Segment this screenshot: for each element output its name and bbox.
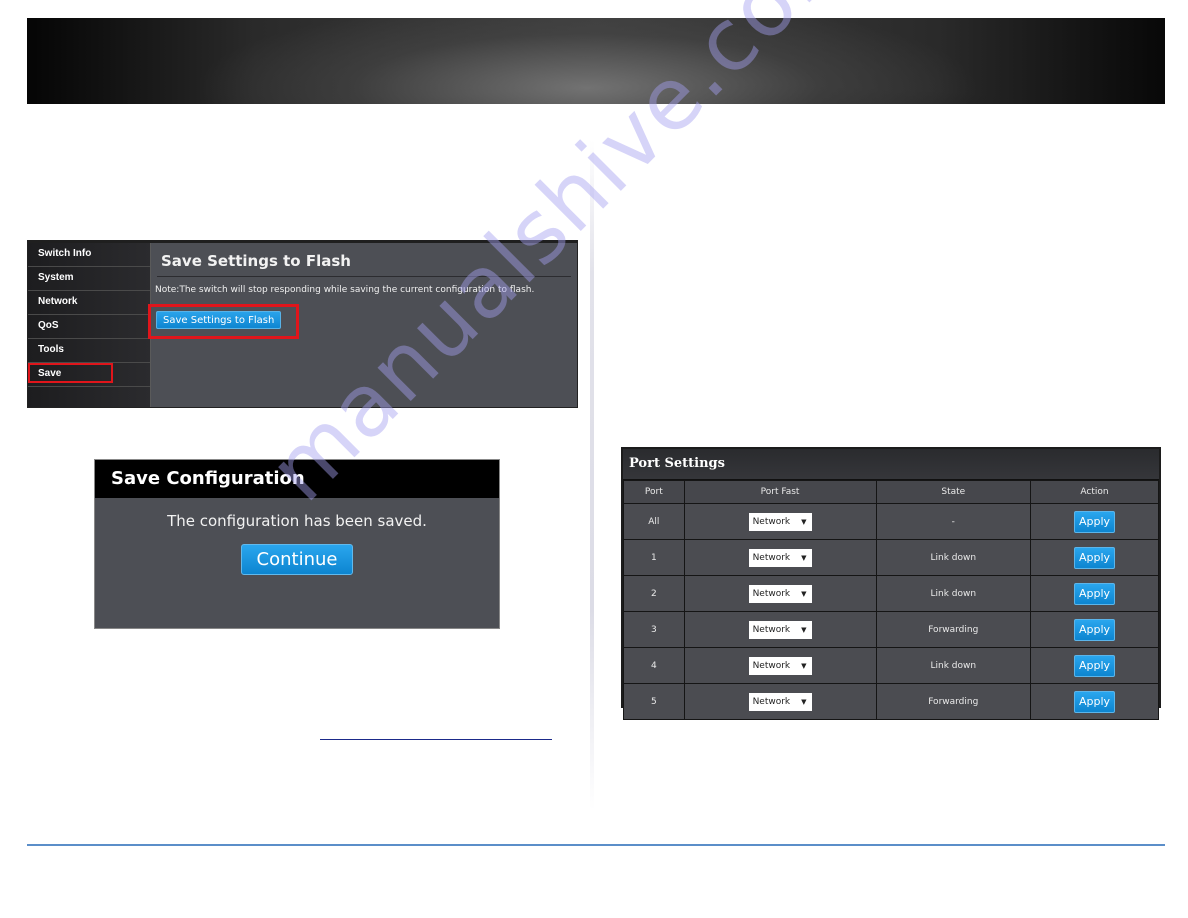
sidebar-item-system[interactable]: System bbox=[28, 267, 150, 291]
port-fast-cell: Network ▼ bbox=[683, 539, 877, 576]
footer-rule bbox=[27, 844, 1165, 846]
header-banner bbox=[27, 18, 1165, 104]
table-row: All Network ▼ - Apply bbox=[623, 503, 1159, 540]
dropdown-arrow-icon: ▼ bbox=[801, 553, 807, 562]
port-settings-table: Port Port Fast State Action All Network ▼ -… bbox=[623, 480, 1159, 720]
table-row: 1 Network ▼ Link down Apply bbox=[623, 539, 1159, 576]
table-row: 2 Network ▼ Link down Apply bbox=[623, 575, 1159, 612]
port-fast-value: Network bbox=[752, 588, 791, 599]
apply-button[interactable]: Apply bbox=[1074, 654, 1115, 677]
apply-button[interactable]: Apply bbox=[1074, 546, 1115, 569]
port-cell: 1 bbox=[623, 539, 685, 576]
port-fast-value: Network bbox=[752, 552, 791, 563]
dropdown-arrow-icon: ▼ bbox=[801, 697, 807, 706]
dropdown-arrow-icon: ▼ bbox=[801, 589, 807, 598]
sidebar-item-switch-info[interactable]: Switch Info bbox=[28, 243, 150, 267]
table-row: 4 Network ▼ Link down Apply bbox=[623, 647, 1159, 684]
dialog-message: The configuration has been saved. bbox=[167, 512, 427, 530]
dropdown-arrow-icon: ▼ bbox=[801, 625, 807, 634]
column-header-state: State bbox=[875, 480, 1032, 504]
save-flash-screenshot: Switch Info System Network QoS Tools Sav… bbox=[27, 240, 578, 408]
port-fast-cell: Network ▼ bbox=[683, 503, 877, 540]
column-header-port-fast: Port Fast bbox=[683, 480, 877, 504]
save-settings-to-flash-button[interactable]: Save Settings to Flash bbox=[156, 311, 282, 329]
port-fast-select[interactable]: Network ▼ bbox=[748, 620, 812, 639]
save-note: Note:The switch will stop responding whi… bbox=[155, 285, 535, 295]
action-cell: Apply bbox=[1030, 611, 1159, 648]
state-cell: Link down bbox=[875, 539, 1032, 576]
port-fast-cell: Network ▼ bbox=[683, 611, 877, 648]
table-row: 5 Network ▼ Forwarding Apply bbox=[623, 683, 1159, 720]
state-cell: Link down bbox=[875, 647, 1032, 684]
apply-button[interactable]: Apply bbox=[1074, 690, 1115, 713]
port-fast-value: Network bbox=[752, 660, 791, 671]
column-divider bbox=[590, 140, 594, 810]
port-fast-cell: Network ▼ bbox=[683, 575, 877, 612]
port-cell: 2 bbox=[623, 575, 685, 612]
port-fast-cell: Network ▼ bbox=[683, 683, 877, 720]
dialog-title: Save Configuration bbox=[95, 460, 499, 498]
state-cell: Forwarding bbox=[875, 683, 1032, 720]
apply-button[interactable]: Apply bbox=[1074, 618, 1115, 641]
table-header-row: Port Port Fast State Action bbox=[623, 480, 1159, 504]
dropdown-arrow-icon: ▼ bbox=[801, 517, 807, 526]
port-fast-cell: Network ▼ bbox=[683, 647, 877, 684]
port-cell: 3 bbox=[623, 611, 685, 648]
port-settings-title: Port Settings bbox=[623, 449, 1159, 480]
save-configuration-dialog: Save Configuration The configuration has… bbox=[94, 459, 500, 629]
action-cell: Apply bbox=[1030, 539, 1159, 576]
state-cell: Forwarding bbox=[875, 611, 1032, 648]
port-cell: 4 bbox=[623, 647, 685, 684]
action-cell: Apply bbox=[1030, 647, 1159, 684]
port-fast-select[interactable]: Network ▼ bbox=[748, 548, 812, 567]
state-cell: - bbox=[875, 503, 1032, 540]
port-cell: All bbox=[623, 503, 685, 540]
dropdown-arrow-icon: ▼ bbox=[801, 661, 807, 670]
column-header-port: Port bbox=[623, 480, 685, 504]
column-header-action: Action bbox=[1030, 480, 1159, 504]
port-fast-value: Network bbox=[752, 516, 791, 527]
action-cell: Apply bbox=[1030, 575, 1159, 612]
hyperlink-underline[interactable] bbox=[320, 739, 552, 740]
apply-button[interactable]: Apply bbox=[1074, 582, 1115, 605]
sidebar-menu: Switch Info System Network QoS Tools Sav… bbox=[28, 243, 151, 407]
port-fast-select[interactable]: Network ▼ bbox=[748, 512, 812, 531]
port-fast-select[interactable]: Network ▼ bbox=[748, 692, 812, 711]
table-row: 3 Network ▼ Forwarding Apply bbox=[623, 611, 1159, 648]
sidebar-item-tools[interactable]: Tools bbox=[28, 339, 150, 363]
apply-button[interactable]: Apply bbox=[1074, 510, 1115, 533]
port-fast-select[interactable]: Network ▼ bbox=[748, 656, 812, 675]
port-cell: 5 bbox=[623, 683, 685, 720]
sidebar-item-save[interactable]: Save bbox=[28, 363, 150, 387]
port-fast-value: Network bbox=[752, 696, 791, 707]
port-fast-value: Network bbox=[752, 624, 791, 635]
save-flash-content: Save Settings to Flash Note:The switch w… bbox=[148, 243, 577, 407]
action-cell: Apply bbox=[1030, 683, 1159, 720]
state-cell: Link down bbox=[875, 575, 1032, 612]
port-settings-panel: Port Settings Port Port Fast State Actio… bbox=[621, 447, 1161, 720]
action-cell: Apply bbox=[1030, 503, 1159, 540]
port-fast-select[interactable]: Network ▼ bbox=[748, 584, 812, 603]
title-divider bbox=[157, 276, 571, 277]
sidebar-item-network[interactable]: Network bbox=[28, 291, 150, 315]
sidebar-item-qos[interactable]: QoS bbox=[28, 315, 150, 339]
page-title: Save Settings to Flash bbox=[161, 252, 351, 270]
continue-button[interactable]: Continue bbox=[241, 544, 353, 575]
